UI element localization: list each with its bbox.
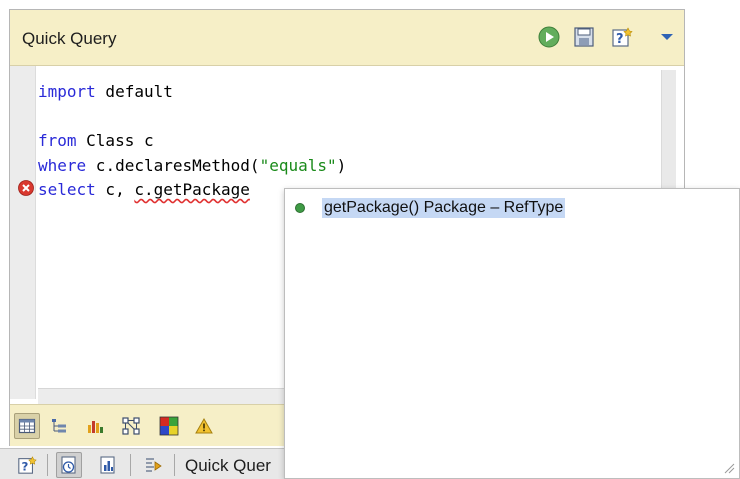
method-icon	[295, 203, 305, 213]
view-menu-button[interactable]	[654, 24, 680, 50]
view-menu-icon	[661, 34, 673, 40]
treemap-button[interactable]	[156, 413, 182, 439]
toolbar-separator	[130, 454, 131, 476]
report-icon	[100, 456, 115, 474]
code-line: where c.declaresMethod("equals")	[38, 155, 347, 175]
query-editor[interactable]: import default from Class c where c.decla…	[38, 80, 346, 203]
autocomplete-item[interactable]: getPackage() Package – RefType	[295, 197, 566, 219]
history-icon	[61, 456, 76, 474]
table-view-button[interactable]	[14, 413, 40, 439]
run-icon	[538, 26, 560, 48]
code-line: from Class c	[38, 131, 154, 150]
panel-header: Quick Query ?	[10, 10, 684, 66]
problems-button[interactable]	[191, 413, 217, 439]
svg-text:?: ?	[616, 32, 624, 47]
history-button[interactable]	[56, 452, 82, 478]
treemap-icon	[159, 416, 179, 436]
autocomplete-popup: getPackage() Package – RefType	[284, 188, 740, 479]
error-icon	[18, 180, 34, 196]
code-line: import default	[38, 82, 173, 101]
save-button[interactable]	[571, 24, 597, 50]
run-query-button[interactable]	[536, 24, 562, 50]
bar-chart-icon	[88, 421, 103, 433]
help-icon: ?	[612, 27, 633, 47]
export-icon	[146, 458, 162, 472]
export-button[interactable]	[140, 452, 166, 478]
vertical-scrollbar[interactable]	[661, 70, 676, 200]
resize-grip-icon[interactable]	[723, 462, 735, 474]
graph-view-icon	[122, 417, 140, 435]
help-button[interactable]: ?	[609, 24, 635, 50]
table-view-icon	[18, 418, 36, 434]
panel-title: Quick Query	[22, 29, 117, 48]
save-icon	[574, 27, 594, 47]
toolbar-separator	[47, 454, 48, 476]
tree-view-icon	[52, 419, 66, 433]
warning-icon	[195, 417, 213, 434]
help-button[interactable]: ?	[14, 452, 40, 478]
tree-view-button[interactable]	[46, 413, 72, 439]
graph-view-button[interactable]	[118, 413, 144, 439]
svg-text:?: ?	[22, 459, 29, 473]
bar-chart-button[interactable]	[82, 413, 108, 439]
quick-query-tab[interactable]: Quick Quer	[185, 456, 271, 476]
error-squiggle: c.getPackage	[134, 180, 250, 199]
toolbar-separator	[174, 454, 175, 476]
help-icon: ?	[18, 456, 37, 474]
autocomplete-item-label: getPackage() Package – RefType	[322, 198, 566, 218]
report-button[interactable]	[95, 452, 121, 478]
editor-gutter	[10, 66, 36, 399]
